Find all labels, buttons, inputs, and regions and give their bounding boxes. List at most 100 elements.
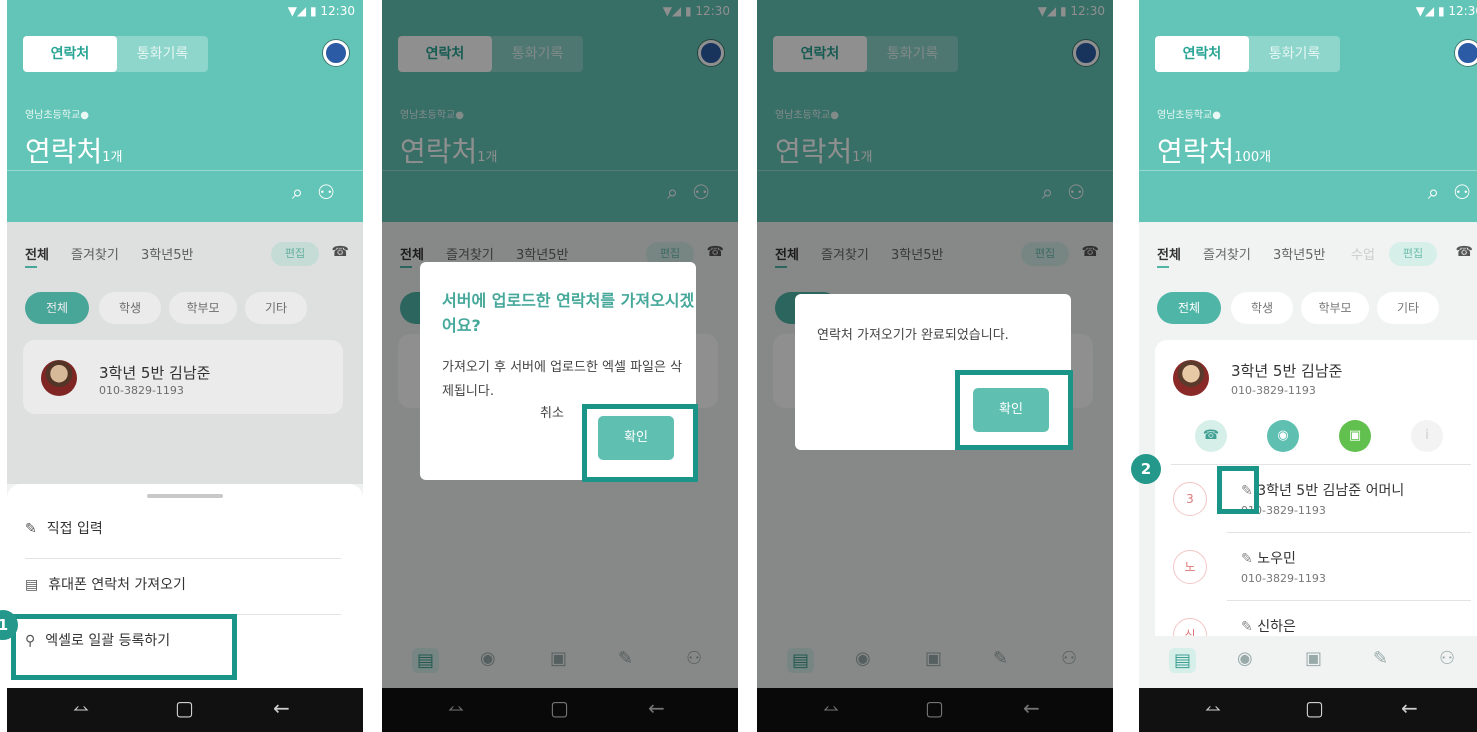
filter-tab-favorites[interactable]: 즐겨찾기 — [1203, 244, 1251, 263]
pill-other[interactable]: 기타 — [1377, 292, 1439, 324]
sheet-handle[interactable] — [147, 494, 223, 498]
dialog-message: 가져오기 후 서버에 업로드한 엑셀 파일은 삭제됩니다. — [442, 360, 683, 399]
list-item[interactable]: 3 ✎ 3학년 5반 김남준 어머니 010-3829-1193 — [1155, 466, 1475, 532]
edit-button[interactable]: 편집 — [1389, 242, 1437, 266]
profile-nav-icon[interactable]: ⚇ — [1439, 648, 1455, 669]
sheet-divider — [25, 558, 341, 559]
recent-apps-icon[interactable]: ⥎ — [73, 696, 89, 720]
title-text: 연락처 — [25, 135, 103, 168]
list-item[interactable]: 노 ✎ 노우민 010-3829-1193 — [1155, 534, 1475, 600]
edit-name-icon[interactable]: ✎ — [1241, 619, 1253, 635]
school-logo[interactable] — [323, 40, 349, 66]
school-label: 영남초등학교 — [25, 110, 81, 121]
page-title: 연락처1개 — [25, 130, 123, 170]
contact-phone: 010-3829-1193 — [1231, 384, 1316, 397]
status-bar: ▼◢ ▮ 12:30 — [1416, 4, 1477, 18]
list-item-name: ✎ 3학년 5반 김남준 어머니 — [1241, 480, 1404, 500]
pill-parent[interactable]: 학부모 — [1301, 292, 1369, 324]
top-tabs: 연락처 통화기록 — [23, 36, 208, 72]
dialog-message: 연락처 가져오기가 완료되었습니다. — [817, 328, 1009, 343]
filter-tab-extra[interactable]: 수업 — [1351, 244, 1375, 263]
list-divider — [1227, 532, 1471, 533]
header-divider — [1139, 170, 1477, 171]
school-name: 영남초등학교● — [1157, 106, 1221, 121]
initial-avatar: 노 — [1173, 550, 1207, 584]
back-icon[interactable]: ← — [273, 696, 290, 720]
highlight-box-edit — [1217, 466, 1259, 514]
pill-student[interactable]: 학생 — [1231, 292, 1293, 324]
write-nav-icon[interactable]: ✎ — [1373, 648, 1388, 669]
info-action-icon[interactable]: i — [1411, 420, 1443, 452]
header-actions: ⌕⚇ — [292, 180, 349, 204]
header-actions: ⌕⚇ — [1428, 180, 1477, 204]
list-item-name: ✎ 신하은 — [1241, 616, 1296, 636]
list-item-name-text: 노우민 — [1257, 551, 1296, 567]
highlight-box-excel — [11, 614, 237, 680]
sheet-item-manual-label: 직접 입력 — [46, 521, 103, 537]
edit-name-icon[interactable]: ✎ — [1241, 551, 1253, 567]
status-icons: ▼◢ ▮ — [287, 4, 317, 18]
phone-screen-4: ▼◢ ▮ 12:30 연락처 통화기록 영남초등학교● 연락처100개 ⌕⚇ 전… — [1139, 0, 1477, 732]
contact-name: 3학년 5반 김남준 — [1231, 362, 1343, 380]
header: ▼◢ ▮ 12:30 연락처 통화기록 영남초등학교● 연락처1개 ⌕⚇ — [7, 0, 363, 222]
home-icon[interactable]: ▢ — [1305, 696, 1324, 720]
highlight-box-confirm — [955, 370, 1073, 450]
filter-tab-group[interactable]: 3학년5반 — [1273, 244, 1325, 263]
dialpad-nav-icon[interactable]: ▣ — [1305, 648, 1322, 669]
system-nav-bar: ⥎ ▢ ← — [7, 688, 363, 732]
status-time: 12:30 — [320, 4, 355, 18]
school-badge-icon: ● — [1212, 110, 1221, 121]
avatar — [1173, 360, 1209, 396]
initial-avatar: 3 — [1173, 482, 1207, 516]
list-item-phone: 010-3829-1193 — [1241, 572, 1326, 585]
message-action-icon[interactable]: ◉ — [1267, 420, 1299, 452]
contacts-nav-icon[interactable]: ▤ — [1169, 648, 1197, 673]
list-divider — [1227, 600, 1471, 601]
phone-screen-3: ▼◢ ▮ 12:30 연락처 통화기록 영남초등학교● 연락처1개 ⌕⚇ 전체 … — [757, 0, 1113, 732]
list-item-name-text: 3학년 5반 김남준 어머니 — [1257, 483, 1405, 499]
home-icon[interactable]: ▢ — [175, 696, 194, 720]
page-title: 연락처100개 — [1157, 130, 1271, 170]
bottom-nav: ▤ ◉ ▣ ✎ ⚇ — [1139, 636, 1477, 688]
call-group-icon[interactable]: ☎ — [1456, 244, 1473, 260]
header-divider — [7, 170, 363, 171]
active-tab-underline — [1157, 266, 1169, 268]
dialog-title: 서버에 업로드한 연락처를 가져오시겠어요? — [442, 291, 695, 335]
title-text: 연락처 — [1157, 135, 1235, 168]
school-badge-icon: ● — [80, 110, 89, 121]
pill-all[interactable]: 전체 — [1157, 292, 1221, 324]
search-icon[interactable]: ⌕ — [1428, 180, 1453, 204]
add-contact-icon[interactable]: ⚇ — [317, 180, 349, 204]
sheet-item-phone-label: 휴대폰 연락처 가져오기 — [48, 577, 186, 593]
school-logo[interactable] — [1455, 40, 1477, 66]
call-action-icon[interactable]: ☎ — [1195, 420, 1227, 452]
header: ▼◢ ▮ 12:30 연락처 통화기록 영남초등학교● 연락처100개 ⌕⚇ — [1139, 0, 1477, 222]
sheet-item-phone-import[interactable]: ▤ 휴대폰 연락처 가져오기 — [25, 562, 341, 608]
system-nav-bar: ⥎ ▢ ← — [1139, 688, 1477, 732]
back-icon[interactable]: ← — [1401, 696, 1418, 720]
talk-action-icon[interactable]: ▣ — [1339, 420, 1371, 452]
list-item-name-text: 신하은 — [1257, 619, 1296, 635]
tab-call-log[interactable]: 통화기록 — [1249, 36, 1340, 72]
search-icon[interactable]: ⌕ — [292, 180, 317, 204]
cancel-button[interactable]: 취소 — [540, 402, 564, 421]
status-bar: ▼◢ ▮ 12:30 — [288, 4, 355, 18]
filter-tab-all[interactable]: 전체 — [1157, 244, 1181, 263]
highlight-box-confirm — [582, 404, 698, 482]
school-name: 영남초등학교● — [25, 106, 89, 121]
tab-contacts[interactable]: 연락처 — [23, 36, 117, 72]
sheet-backdrop[interactable] — [7, 222, 363, 484]
chat-nav-icon[interactable]: ◉ — [1237, 648, 1253, 669]
filter-tabs: 전체 즐겨찾기 3학년5반 수업 편집 ☎ — [1139, 222, 1477, 286]
contact-count: 1개 — [102, 150, 123, 165]
tab-contacts[interactable]: 연락처 — [1155, 36, 1249, 72]
add-contact-icon[interactable]: ⚇ — [1453, 180, 1477, 204]
sheet-item-manual[interactable]: ✎ 직접 입력 — [25, 506, 341, 552]
tab-call-log[interactable]: 통화기록 — [117, 36, 208, 72]
phone-screen-2: ▼◢ ▮ 12:30 연락처 통화기록 영남초등학교● 연락처1개 ⌕⚇ 전체 … — [382, 0, 738, 732]
status-time: 12:30 — [1448, 4, 1477, 18]
phone-screen-1: ▼◢ ▮ 12:30 연락처 통화기록 영남초등학교● 연락처1개 ⌕⚇ 전체 … — [7, 0, 363, 732]
status-icons: ▼◢ ▮ — [1415, 4, 1445, 18]
recent-apps-icon[interactable]: ⥎ — [1205, 696, 1221, 720]
list-divider — [1171, 464, 1471, 465]
